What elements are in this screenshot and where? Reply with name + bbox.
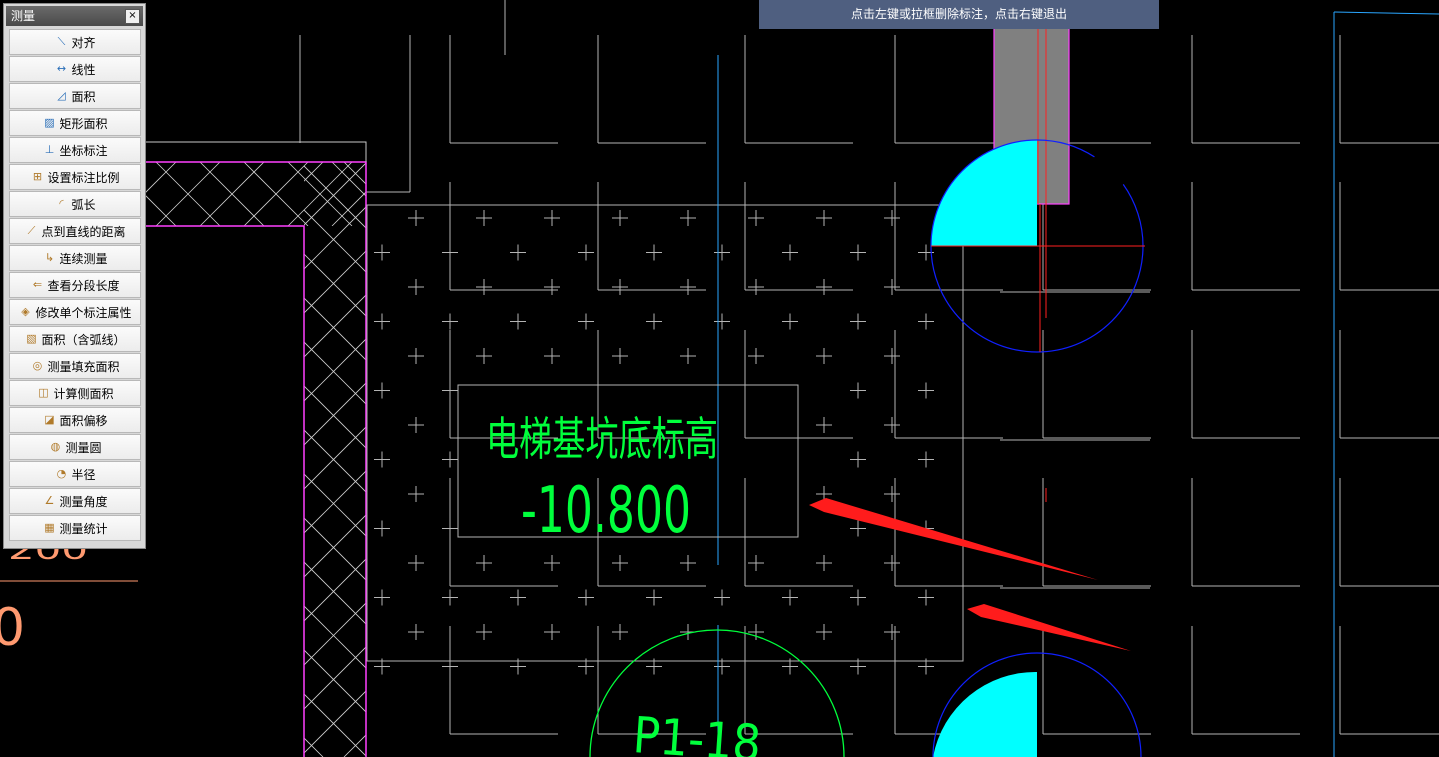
measure-panel: 测量 × ⟍ 对齐 ↔ 线性 ◿ 面积 ▨ 矩形面积 ⊥ 坐标标注 ⊞ 设置标注比例 ◜ 弧长 ⟋ 点到直线的… [3, 3, 146, 549]
blue-axis-lines [717, 11, 1439, 757]
elevation-title-text: 电梯基坑底标高 [486, 412, 718, 466]
side-area-icon: ◫ [38, 386, 49, 399]
tool-button-measure-statistics[interactable]: ▦ 测量统计 [9, 515, 141, 541]
aligned-dimension-icon: ⟍ [57, 35, 66, 48]
tool-button-point-to-line-distance[interactable]: ⟋ 点到直线的距离 [9, 218, 141, 244]
rectangle-area-icon: ▨ [44, 116, 55, 129]
measure-circle-icon: ◍ [50, 440, 61, 453]
tool-label: 点到直线的距离 [41, 224, 126, 239]
tool-label: 测量统计 [59, 521, 108, 536]
tool-label: 坐标标注 [59, 143, 108, 158]
coordinate-annotation-icon: ⊥ [44, 143, 55, 156]
tool-label: 测量圆 [65, 440, 102, 455]
tool-button-radius[interactable]: ◔ 半径 [9, 461, 141, 487]
segment-length-icon: ⇐ [32, 278, 43, 291]
tool-button-fill-area[interactable]: ◎ 测量填充面积 [9, 353, 141, 379]
tool-button-coordinate-annotation[interactable]: ⊥ 坐标标注 [9, 137, 141, 163]
tool-button-aligned-dimension[interactable]: ⟍ 对齐 [9, 29, 141, 55]
grid-lines [299, 0, 1439, 735]
tool-label: 面积 [71, 89, 96, 104]
tool-button-area[interactable]: ◿ 面积 [9, 83, 141, 109]
tool-label: 弧长 [71, 197, 96, 212]
linear-dimension-icon: ↔ [56, 62, 67, 75]
fill-area-icon: ◎ [32, 359, 43, 372]
cad-drawing-canvas[interactable]: 电梯基坑底标高 -10.800 P1-18 200 0 点击左键或拉框删除标注，… [0, 0, 1439, 757]
left-partial-text-2: 0 [0, 598, 25, 658]
tool-button-arc-length[interactable]: ◜ 弧长 [9, 191, 141, 217]
tool-label: 修改单个标注属性 [35, 305, 132, 320]
tool-label: 线性 [71, 62, 96, 77]
tool-label: 连续测量 [59, 251, 108, 266]
measure-angle-icon: ∠ [44, 494, 55, 507]
tool-button-segment-length[interactable]: ⇐ 查看分段长度 [9, 272, 141, 298]
tool-button-side-area[interactable]: ◫ 计算侧面积 [9, 380, 141, 406]
continuous-measure-icon: ↳ [44, 251, 55, 264]
wall-hatch [146, 162, 366, 757]
annotation-scale-icon: ⊞ [32, 170, 43, 183]
tool-label: 测量填充面积 [47, 359, 120, 374]
point-to-line-distance-icon: ⟋ [27, 224, 36, 237]
cad-drawing[interactable]: 电梯基坑底标高 -10.800 P1-18 200 0 [0, 0, 1439, 757]
pile-circle-bottom [932, 652, 1142, 757]
tool-button-linear-dimension[interactable]: ↔ 线性 [9, 56, 141, 82]
tool-label: 设置标注比例 [47, 170, 120, 185]
tool-button-annotation-scale[interactable]: ⊞ 设置标注比例 [9, 164, 141, 190]
tool-button-measure-angle[interactable]: ∠ 测量角度 [9, 488, 141, 514]
tool-button-edit-annotation[interactable]: ◈ 修改单个标注属性 [9, 299, 141, 325]
command-hint-bar: 点击左键或拉框删除标注，点击右键退出 [759, 0, 1159, 29]
tool-label: 半径 [71, 467, 96, 482]
tool-button-area-with-arc[interactable]: ▧ 面积（含弧线） [9, 326, 141, 352]
elevation-value-text: -10.800 [521, 474, 691, 548]
edit-annotation-icon: ◈ [21, 305, 30, 318]
tool-label: 测量角度 [59, 494, 108, 509]
area-offset-icon: ◪ [44, 413, 55, 426]
tool-label: 查看分段长度 [47, 278, 120, 293]
tool-button-continuous-measure[interactable]: ↳ 连续测量 [9, 245, 141, 271]
panel-title-bar[interactable]: 测量 × [6, 6, 143, 26]
arc-length-icon: ◜ [59, 197, 64, 210]
panel-title: 测量 [11, 9, 36, 23]
area-icon: ◿ [57, 89, 66, 102]
measure-statistics-icon: ▦ [44, 521, 55, 534]
tool-button-measure-circle[interactable]: ◍ 测量圆 [9, 434, 141, 460]
tool-label: 计算侧面积 [53, 386, 114, 401]
area-with-arc-icon: ▧ [26, 332, 37, 345]
tool-button-area-offset[interactable]: ◪ 面积偏移 [9, 407, 141, 433]
wall-outline [146, 141, 367, 757]
red-arrows [809, 498, 1131, 651]
radius-icon: ◔ [56, 467, 67, 480]
close-button[interactable]: × [125, 9, 140, 24]
tool-button-rectangle-area[interactable]: ▨ 矩形面积 [9, 110, 141, 136]
tool-list: ⟍ 对齐 ↔ 线性 ◿ 面积 ▨ 矩形面积 ⊥ 坐标标注 ⊞ 设置标注比例 ◜ 弧长 ⟋ 点到直线的距离 ↳ 连续… [9, 29, 141, 542]
tool-label: 面积（含弧线） [41, 332, 126, 347]
tool-label: 对齐 [71, 35, 96, 50]
tool-label: 矩形面积 [59, 116, 108, 131]
pile-label-text: P1-18 [631, 706, 763, 757]
tool-label: 面积偏移 [59, 413, 108, 428]
